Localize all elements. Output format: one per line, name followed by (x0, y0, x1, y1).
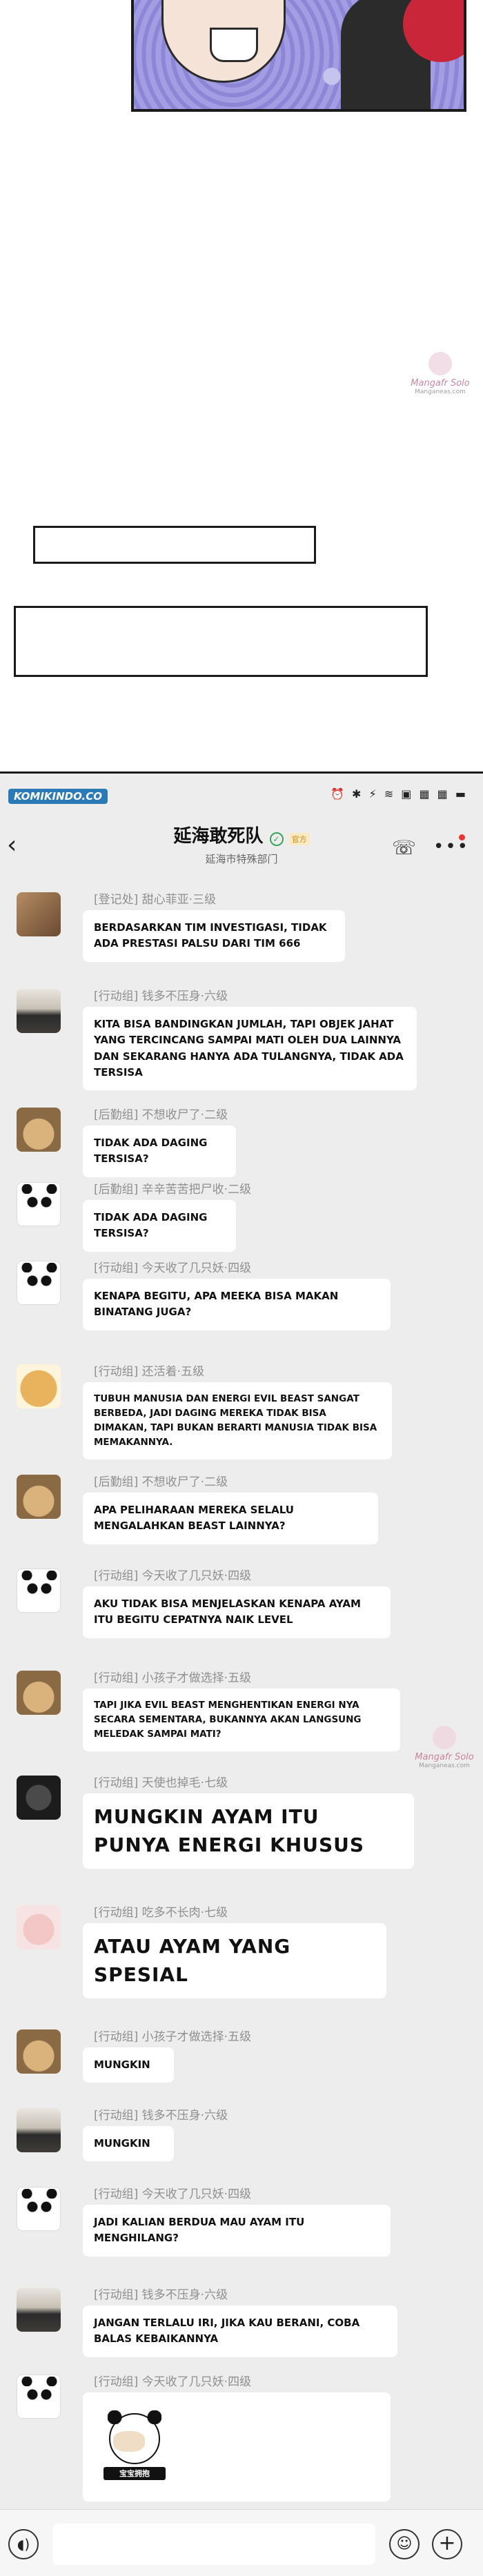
official-tag: 官方 (288, 832, 310, 845)
watermark-icon (428, 352, 452, 375)
panda-ears (21, 2377, 57, 2386)
back-icon[interactable]: ‹ (7, 832, 30, 859)
avatar[interactable] (17, 2108, 61, 2152)
message-bubble[interactable]: AKU TIDAK BISA MENJELASKAN KENAPA AYAM I… (83, 1586, 391, 1638)
avatar[interactable] (17, 1364, 61, 1408)
message-sender: [行动组] 钱多不压身·六级 (94, 990, 228, 1003)
character-mouth (210, 28, 258, 62)
message-bubble[interactable]: TUBUH MANUSIA DAN ENERGI EVIL BEAST SANG… (83, 1382, 392, 1459)
plus-icon[interactable]: + (432, 2529, 462, 2559)
chat-screen: KOMIKINDO.CO ⏰ ✱ ⚡ ≋ ▣ ▦ ▦ ▬ ‹ 延海敢死队 ✓ 官… (0, 771, 483, 2576)
avatar[interactable] (17, 1776, 61, 1820)
source-badge: KOMIKINDO.CO (8, 789, 108, 804)
panda-eyes (27, 2201, 52, 2212)
panda-ears (21, 2189, 57, 2199)
message-sender: [行动组] 小孩子才做选择·五级 (94, 2030, 252, 2044)
message-sender: [行动组] 钱多不压身·六级 (94, 2288, 228, 2302)
message-sender: [行动组] 今天收了几只妖·四级 (94, 1261, 252, 1275)
message-bubble[interactable]: KENAPA BEGITU, APA MEEKA BISA MAKAN BINA… (83, 1279, 391, 1330)
message-sender: [行动组] 吃多不长肉·七级 (94, 1906, 228, 1920)
avatar[interactable] (17, 1905, 61, 1949)
chat-input-bar: ◖) ☺ + (0, 2509, 483, 2576)
message-bubble[interactable]: KITA BISA BANDINGKAN JUMLAH, TAPI OBJEK … (83, 1007, 417, 1090)
panda-eyes (27, 2389, 52, 2400)
message-sender: [后勤组] 不想收尸了·二级 (94, 1475, 228, 1489)
message-sender: [行动组] 还活着·五级 (94, 1365, 205, 1379)
message-sender: [行动组] 钱多不压身·六级 (94, 2109, 228, 2123)
chat-subtitle: 延海市特殊部门 (205, 853, 278, 865)
page-root: Mangafr Solo Manganeas.com KOMIKINDO.CO … (0, 0, 483, 2576)
message-bubble[interactable]: TIDAK ADA DAGING TERSISA? (83, 1125, 236, 1177)
status-bar: KOMIKINDO.CO ⏰ ✱ ⚡ ≋ ▣ ▦ ▦ ▬ (0, 774, 483, 816)
panda-eyes (27, 1583, 52, 1594)
more-options-icon[interactable]: ••• (433, 834, 468, 858)
avatar[interactable] (17, 2288, 61, 2332)
watermark-logo: Mangafr Solo Manganeas.com (406, 352, 475, 414)
avatar[interactable] (17, 1569, 61, 1613)
watermark-subtitle: Manganeas.com (415, 389, 466, 395)
panda-ears (21, 1184, 57, 1194)
voice-icon[interactable]: ◖) (8, 2529, 39, 2559)
panda-ears (21, 1263, 57, 1272)
message-sender: [行动组] 今天收了几只妖·四级 (94, 2187, 252, 2201)
emoji-icon[interactable]: ☺ (389, 2529, 420, 2559)
watermark-subtitle: Manganeas.com (419, 1762, 470, 1769)
message-bubble[interactable]: TIDAK ADA DAGING TERSISA? (83, 1200, 236, 1252)
avatar[interactable] (17, 2375, 61, 2419)
comic-illustration (131, 0, 466, 112)
message-bubble[interactable]: MUNGKIN AYAM ITU PUNYA ENERGI KHUSUS (83, 1793, 414, 1869)
message-sender: [后勤组] 不想收尸了·二级 (94, 1108, 228, 1122)
message-bubble[interactable]: JADI KALIAN BERDUA MAU AYAM ITU MENGHILA… (83, 2205, 391, 2257)
empty-caption-box (14, 606, 428, 677)
empty-caption-box (33, 526, 316, 564)
message-bubble[interactable]: APA PELIHARAAN MEREKA SELALU MENGALAHKAN… (83, 1493, 378, 1544)
verified-icon: ✓ (269, 832, 284, 846)
avatar[interactable] (17, 1671, 61, 1715)
phone-call-icon[interactable]: ☏ (392, 834, 420, 862)
avatar[interactable] (17, 1261, 61, 1305)
message-bubble[interactable]: ATAU AYAM YANG SPESIAL (83, 1923, 386, 1999)
avatar[interactable] (17, 1475, 61, 1519)
watermark-logo: Mangafr Solo Manganeas.com (410, 1726, 479, 1788)
message-bubble[interactable]: TAPI JIKA EVIL BEAST MENGHENTIKAN ENERGI… (83, 1689, 400, 1751)
chat-title-block: 延海敢死队 ✓ 官方 延海市特殊部门 (138, 822, 345, 866)
watermark-title: Mangafr Solo (415, 1752, 474, 1762)
avatar[interactable] (17, 1182, 61, 1226)
panda-ears (21, 1571, 57, 1580)
avatar[interactable] (17, 2029, 61, 2074)
message-sender: [行动组] 今天收了几只妖·四级 (94, 2375, 252, 2389)
watermark-icon (433, 1726, 456, 1749)
message-sender: [登记处] 甜心菲亚·三级 (94, 893, 217, 907)
comic-panel: Mangafr Solo Manganeas.com (0, 0, 483, 769)
chat-title: 延海敢死队 (173, 826, 264, 847)
sticker-bubble[interactable]: 宝宝拥抱 (83, 2392, 391, 2501)
notification-dot (459, 834, 465, 840)
panda-eyes (27, 1275, 52, 1286)
panda-eyes (27, 1197, 52, 1208)
message-bubble[interactable]: JANGAN TERLALU IRI, JIKA KAU BERANI, COB… (83, 2305, 397, 2357)
sticker-face (113, 2431, 145, 2452)
message-bubble[interactable]: MUNGKIN (83, 2126, 174, 2162)
avatar[interactable] (17, 892, 61, 936)
message-input[interactable] (52, 2524, 375, 2565)
status-icons: ⏰ ✱ ⚡ ≋ ▣ ▦ ▦ ▬ (330, 787, 468, 800)
message-sender: [行动组] 天使也掉毛·七级 (94, 1776, 228, 1790)
sticker-caption: 宝宝拥抱 (103, 2467, 166, 2481)
avatar[interactable] (17, 989, 61, 1033)
watermark-title: Mangafr Solo (411, 378, 470, 389)
message-sender: [行动组] 小孩子才做选择·五级 (94, 1671, 252, 1685)
avatar[interactable] (17, 2187, 61, 2231)
message-sender: [后勤组] 辛辛苦苦把尸收·二级 (94, 1183, 252, 1197)
message-bubble[interactable]: BERDASARKAN TIM INVESTIGASI, TIDAK ADA P… (83, 910, 345, 962)
panda-sticker: 宝宝拥抱 (103, 2410, 166, 2481)
avatar[interactable] (17, 1108, 61, 1152)
chat-header: ‹ 延海敢死队 ✓ 官方 延海市特殊部门 ☏ ••• (0, 816, 483, 873)
message-sender: [行动组] 今天收了几只妖·四级 (94, 1569, 252, 1583)
message-bubble[interactable]: MUNGKIN (83, 2047, 174, 2083)
